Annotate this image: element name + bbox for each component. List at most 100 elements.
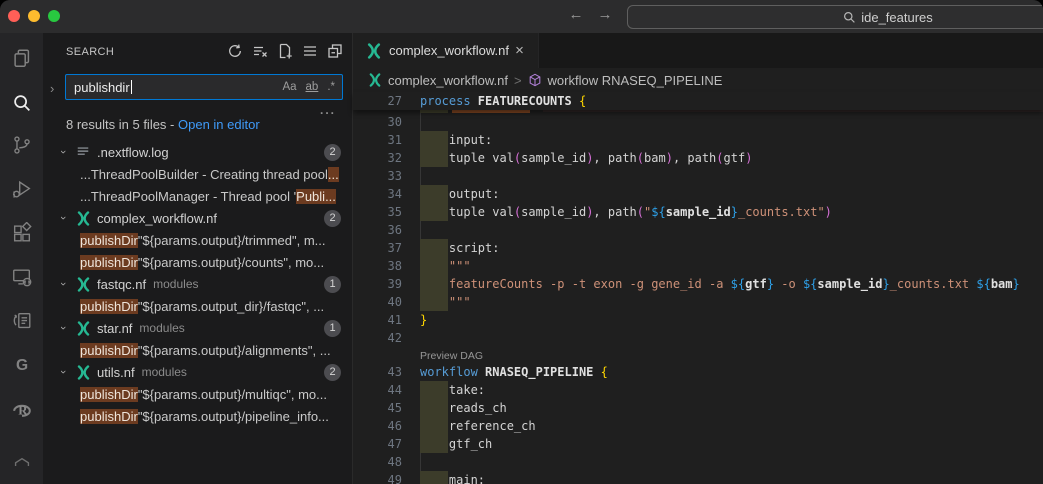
code-line[interactable]: 30: [353, 113, 1043, 131]
code-line[interactable]: 44 take:: [353, 381, 1043, 399]
code-line[interactable]: 32 tuple val(sample_id), path(bam), path…: [353, 149, 1043, 167]
file-result-row[interactable]: ›complex_workflow.nf2: [43, 207, 352, 229]
line-number[interactable]: 35: [353, 203, 402, 221]
code-line[interactable]: 39 featureCounts -p -t exon -g gene_id -…: [353, 275, 1043, 293]
line-number[interactable]: 32: [353, 149, 402, 167]
line-number[interactable]: 45: [353, 399, 402, 417]
line-number[interactable]: 33: [353, 167, 402, 185]
line-number[interactable]: 44: [353, 381, 402, 399]
chevron-down-icon[interactable]: ›: [57, 212, 69, 224]
code-line[interactable]: 48: [353, 453, 1043, 471]
view-as-tree-icon[interactable]: [301, 42, 319, 60]
close-window-button[interactable]: [8, 10, 20, 22]
task-document-icon[interactable]: [0, 307, 43, 335]
partial-extension-icon[interactable]: [0, 441, 43, 469]
code-line[interactable]: 34 output:: [353, 185, 1043, 203]
match-result-row[interactable]: publishDir "${params.output}/multiqc", m…: [43, 383, 352, 405]
line-number[interactable]: 27: [353, 92, 402, 110]
gitlens-icon[interactable]: G: [0, 351, 43, 379]
match-result-row[interactable]: ...ThreadPoolManager - Thread pool 'Publ…: [43, 185, 352, 207]
forward-button[interactable]: →: [594, 6, 616, 23]
line-number[interactable]: 38: [353, 257, 402, 275]
match-result-row[interactable]: publishDir "${params.output}/pipeline_in…: [43, 405, 352, 427]
code-line[interactable]: 47 gtf_ch: [353, 435, 1043, 453]
command-center[interactable]: ide_features: [627, 5, 1043, 29]
code-line[interactable]: 46 reference_ch: [353, 417, 1043, 435]
line-number[interactable]: 37: [353, 239, 402, 257]
code-line[interactable]: 37 script:: [353, 239, 1043, 257]
line-number[interactable]: 31: [353, 131, 402, 149]
source-control-icon[interactable]: [0, 131, 43, 159]
line-number[interactable]: 47: [353, 435, 402, 453]
svg-text:G: G: [15, 357, 27, 374]
open-in-editor-link[interactable]: Open in editor: [178, 117, 260, 132]
codelens-preview-dag[interactable]: Preview DAG: [420, 348, 483, 364]
extensions-icon[interactable]: [0, 219, 43, 247]
breadcrumb: complex_workflow.nf > workflow RNASEQ_PI…: [353, 68, 1043, 92]
code-line[interactable]: 42: [353, 329, 1043, 347]
refresh-icon[interactable]: [226, 42, 244, 60]
code-line[interactable]: 43workflow RNASEQ_PIPELINE {: [353, 363, 1043, 381]
match-result-row[interactable]: publishDir "${params.output}/alignments"…: [43, 339, 352, 361]
code-line[interactable]: 41}: [353, 311, 1043, 329]
breadcrumb-symbol[interactable]: workflow RNASEQ_PIPELINE: [548, 73, 723, 88]
code-line[interactable]: 31 input:: [353, 131, 1043, 149]
line-number[interactable]: 43: [353, 363, 402, 381]
tab-title: complex_workflow.nf: [389, 43, 509, 58]
match-result-row[interactable]: publishDir "${params.output_dir}/fastqc"…: [43, 295, 352, 317]
code-line[interactable]: 36: [353, 221, 1043, 239]
search-icon-active[interactable]: [0, 89, 43, 117]
line-number[interactable]: 34: [353, 185, 402, 203]
line-number[interactable]: 46: [353, 417, 402, 435]
line-number[interactable]: 36: [353, 221, 402, 239]
toggle-search-details[interactable]: ...: [320, 103, 336, 117]
code-line[interactable]: 49 main:: [353, 471, 1043, 484]
line-number[interactable]: 49: [353, 471, 402, 484]
minimize-window-button[interactable]: [28, 10, 40, 22]
file-result-row[interactable]: ›utils.nfmodules2: [43, 361, 352, 383]
file-result-row[interactable]: ›star.nfmodules1: [43, 317, 352, 339]
match-highlight: publishDir: [80, 255, 138, 270]
file-result-row[interactable]: ›.nextflow.log2: [43, 141, 352, 163]
code-line[interactable]: 35 tuple val(sample_id), path("${sample_…: [353, 203, 1043, 221]
match-result-row[interactable]: publishDir "${params.output}/trimmed", m…: [43, 229, 352, 251]
chevron-down-icon[interactable]: ›: [57, 278, 69, 290]
search-input[interactable]: publishdir Aa ab .*: [65, 74, 343, 100]
chevron-down-icon[interactable]: ›: [57, 366, 69, 378]
results-summary: 8 results in 5 files - Open in editor: [66, 117, 260, 132]
match-result-row[interactable]: ...ThreadPoolBuilder - Creating thread p…: [43, 163, 352, 185]
breadcrumb-file[interactable]: complex_workflow.nf: [388, 73, 508, 88]
sticky-code-line[interactable]: 27process FEATURECOUNTS {: [353, 92, 1043, 110]
run-debug-icon[interactable]: [0, 175, 43, 203]
line-number[interactable]: 48: [353, 453, 402, 471]
collapse-all-icon[interactable]: [326, 42, 344, 60]
zoom-window-button[interactable]: [48, 10, 60, 22]
regex-toggle[interactable]: .*: [327, 81, 335, 93]
result-count-badge: 2: [324, 364, 341, 381]
remote-explorer-icon[interactable]: [0, 263, 43, 291]
r-language-icon[interactable]: R: [0, 395, 43, 423]
code-line[interactable]: 38 """: [353, 257, 1043, 275]
back-button[interactable]: ←: [565, 6, 587, 23]
close-icon[interactable]: ×: [510, 41, 529, 60]
line-number[interactable]: 42: [353, 329, 402, 347]
tab-complex-workflow[interactable]: complex_workflow.nf ×: [353, 33, 539, 68]
match-result-row[interactable]: publishDir "${params.output}/counts", mo…: [43, 251, 352, 273]
explorer-icon[interactable]: [0, 44, 43, 72]
line-number[interactable]: 41: [353, 311, 402, 329]
code-line[interactable]: 45 reads_ch: [353, 399, 1043, 417]
file-result-row[interactable]: ›fastqc.nfmodules1: [43, 273, 352, 295]
whole-word-toggle[interactable]: ab: [306, 81, 319, 93]
chevron-down-icon[interactable]: ›: [57, 322, 69, 334]
file-name: utils.nf: [97, 365, 135, 380]
code-line[interactable]: 33: [353, 167, 1043, 185]
line-number[interactable]: 30: [353, 113, 402, 131]
toggle-replace-chevron[interactable]: ›: [50, 81, 54, 96]
match-case-toggle[interactable]: Aa: [282, 81, 296, 93]
open-new-search-editor-icon[interactable]: [276, 42, 294, 60]
chevron-down-icon[interactable]: ›: [57, 146, 69, 158]
code-line[interactable]: 40 """: [353, 293, 1043, 311]
line-number[interactable]: 40: [353, 293, 402, 311]
line-number[interactable]: 39: [353, 275, 402, 293]
clear-search-results-icon[interactable]: [251, 42, 269, 60]
